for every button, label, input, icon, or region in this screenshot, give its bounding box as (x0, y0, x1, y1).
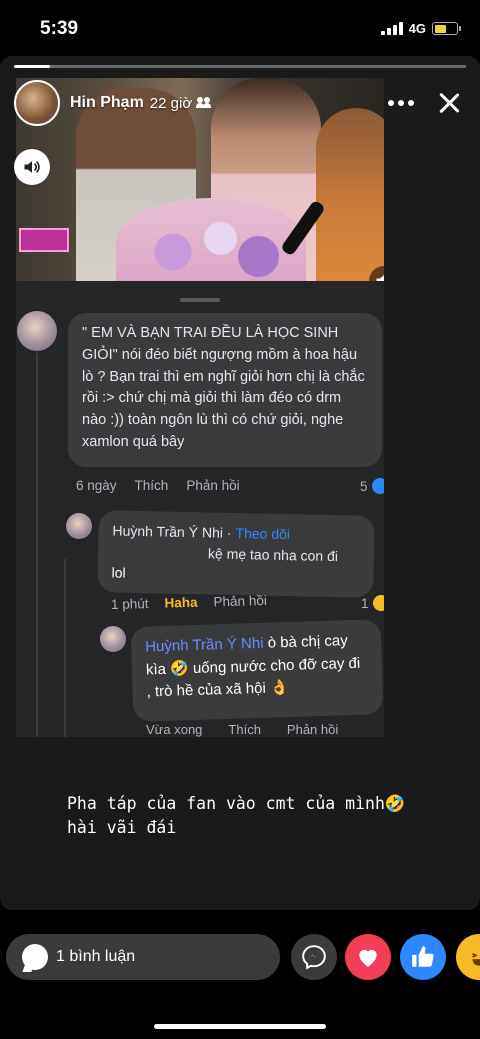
comment-icon (22, 944, 48, 970)
haha-link: Haha (164, 594, 198, 611)
reply-link: Phản hồi (186, 478, 240, 493)
laughing-face-icon (472, 952, 480, 966)
laugh-reaction-icon (372, 595, 384, 611)
network-label: 4G (408, 21, 426, 36)
comment-time: 6 ngày (76, 478, 117, 493)
reply-link: Phản hồi (213, 592, 268, 610)
like-reaction-icon (371, 478, 384, 494)
reply-actions: Vừa xong Thích Phản hồi (146, 722, 338, 737)
reply-avatar (66, 513, 92, 539)
follow-link: Theo dõi (235, 524, 291, 543)
heart-icon (359, 949, 377, 967)
like-link: Thích (134, 478, 169, 493)
status-time: 5:39 (40, 18, 79, 39)
reply-author: Huỳnh Trần Ý Nhi (144, 634, 264, 656)
reply-bubble: Huỳnh Trần Ý Nhi ò bà chị cay kìa 🤣 uống… (130, 619, 384, 722)
reply-actions: 1 phút Haha Phản hồi (111, 593, 267, 612)
story-caption: Pha táp của fan vào cmt của mình🤣 hài vã… (67, 794, 406, 837)
people-icon (196, 97, 212, 109)
love-reaction-button[interactable] (345, 934, 391, 980)
story-viewer[interactable]: Hin Phạm 22 giờ " EM VÀ BẠN TRAI ĐỀU LÀ … (0, 56, 480, 910)
reaction-count: 5 (360, 478, 384, 494)
story-progress-bar (14, 65, 466, 68)
comment-actions: 6 ngày Thích Phản hồi (76, 478, 240, 493)
comment-screenshot: " EM VÀ BẠN TRAI ĐỀU LÀ HỌC SINH GIỎI" n… (16, 281, 384, 737)
messenger-button[interactable] (291, 934, 337, 980)
comment-text: " EM VÀ BẠN TRAI ĐỀU LÀ HỌC SINH GIỎI" n… (82, 325, 365, 450)
signal-icon (380, 22, 403, 35)
battery-icon (432, 22, 461, 35)
like-reaction-button[interactable] (400, 934, 446, 980)
like-link: Thích (228, 722, 261, 737)
reply-time: Vừa xong (146, 722, 203, 737)
close-icon[interactable] (436, 90, 462, 116)
author-avatar[interactable] (14, 80, 60, 126)
sound-toggle-icon[interactable] (14, 149, 50, 185)
story-action-bar: 1 bình luận (0, 930, 480, 986)
story-header: Hin Phạm 22 giờ (14, 78, 466, 128)
reply-avatar (100, 626, 126, 652)
commenter-avatar (17, 311, 57, 351)
home-indicator[interactable] (154, 1024, 326, 1029)
sheet-grabber (180, 298, 220, 302)
thumbs-up-icon (412, 946, 434, 967)
status-bar: 5:39 4G (0, 0, 480, 56)
reply-link: Phản hồi (286, 722, 339, 737)
reaction-count: 1 (361, 595, 384, 611)
haha-reaction-button[interactable] (456, 934, 480, 980)
author-name[interactable]: Hin Phạm (70, 94, 144, 112)
post-time: 22 giờ (149, 94, 193, 112)
reply-button[interactable]: 1 bình luận (6, 934, 280, 980)
comment-bubble: " EM VÀ BẠN TRAI ĐỀU LÀ HỌC SINH GIỎI" n… (68, 313, 382, 467)
reply-author: Huỳnh Trần Ý Nhi · (112, 522, 232, 541)
messenger-icon (302, 945, 326, 970)
reply-time: 1 phút (110, 596, 149, 613)
more-options-icon[interactable] (388, 100, 414, 106)
status-indicators: 4G (380, 21, 461, 36)
reply-bubble: Huỳnh Trần Ý Nhi · Theo dõi kệ mẹ tao nha… (97, 510, 375, 598)
reply-count-label: 1 bình luận (56, 948, 136, 965)
